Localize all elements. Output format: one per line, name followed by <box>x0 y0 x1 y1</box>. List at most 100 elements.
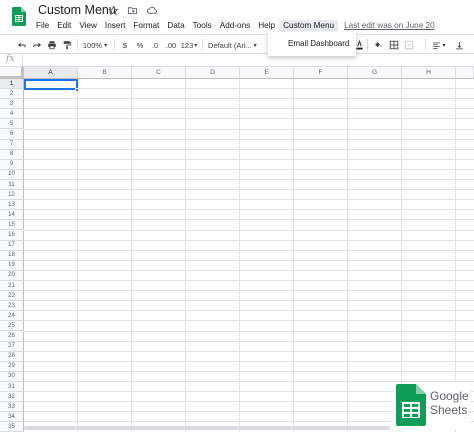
row-header-7[interactable]: 7 <box>0 139 24 150</box>
column-header-c[interactable]: C <box>132 67 186 79</box>
last-edit-link[interactable]: Last edit was on June 20 <box>344 21 435 30</box>
row-header-31[interactable]: 31 <box>0 382 24 393</box>
row-header-5[interactable]: 5 <box>0 119 24 130</box>
row-header-6[interactable]: 6 <box>0 129 24 140</box>
row-header-21[interactable]: 21 <box>0 281 24 292</box>
row-header-14[interactable]: 14 <box>0 210 24 221</box>
fx-icon: fx <box>6 54 15 64</box>
chevron-down-icon: ▾ <box>194 42 198 49</box>
row-header-17[interactable]: 17 <box>0 240 24 251</box>
row-header-10[interactable]: 10 <box>0 169 24 180</box>
row-header-33[interactable]: 33 <box>0 402 24 413</box>
cells-area[interactable] <box>24 79 474 432</box>
google-sheets-badge: Google Sheets <box>394 383 470 429</box>
row-header-20[interactable]: 20 <box>0 270 24 281</box>
row-header-23[interactable]: 23 <box>0 301 24 312</box>
zoom-value: 100% <box>82 40 103 50</box>
menu-add-ons[interactable]: Add-ons <box>216 20 255 31</box>
column-header-h[interactable]: H <box>402 67 456 79</box>
row-header-27[interactable]: 27 <box>0 341 24 352</box>
font-family-value: Default (Ari... <box>208 40 252 50</box>
row-header-13[interactable]: 13 <box>0 200 24 211</box>
row-header-18[interactable]: 18 <box>0 250 24 261</box>
fill-handle[interactable] <box>75 88 79 92</box>
row-header-32[interactable]: 32 <box>0 392 24 403</box>
row-header-25[interactable]: 25 <box>0 321 24 332</box>
chevron-down-icon: ▾ <box>442 42 446 49</box>
menu-format[interactable]: Format <box>129 20 163 31</box>
select-all-corner[interactable] <box>0 67 24 79</box>
row-header-8[interactable]: 8 <box>0 149 24 160</box>
row-header-35[interactable]: 35 <box>0 422 24 432</box>
row-header-16[interactable]: 16 <box>0 230 24 241</box>
horizontal-scrollbar[interactable] <box>24 426 390 430</box>
chevron-down-icon: ▾ <box>104 42 108 49</box>
more-formats-select[interactable]: 123 ▾ <box>180 38 198 52</box>
cloud-saved-icon[interactable] <box>145 4 158 17</box>
vertical-align-icon[interactable] <box>452 38 466 52</box>
zoom-select[interactable]: 100% ▾ <box>82 38 108 52</box>
sheets-logo-icon[interactable] <box>12 7 26 26</box>
row-header-15[interactable]: 15 <box>0 220 24 231</box>
row-header-26[interactable]: 26 <box>0 331 24 342</box>
menu-file[interactable]: File <box>32 20 53 31</box>
menu-insert[interactable]: Insert <box>101 20 129 31</box>
header: Custom Menu File Edit View Insert Format… <box>0 0 474 34</box>
google-sheets-logo-icon <box>396 384 426 426</box>
chevron-down-icon: ▾ <box>253 42 257 49</box>
row-header-12[interactable]: 12 <box>0 190 24 201</box>
merge-cells-icon[interactable] <box>403 38 415 52</box>
borders-icon[interactable] <box>388 38 400 52</box>
paint-format-icon[interactable] <box>61 38 73 52</box>
row-header-11[interactable]: 11 <box>0 180 24 191</box>
row-header-2[interactable]: 2 <box>0 89 24 100</box>
more-formats-label: 123 <box>180 40 194 50</box>
menu-edit[interactable]: Edit <box>53 20 75 31</box>
menu-data[interactable]: Data <box>163 20 188 31</box>
format-currency-button[interactable]: $ <box>120 38 130 52</box>
redo-icon[interactable] <box>31 38 43 52</box>
menu-view[interactable]: View <box>75 20 101 31</box>
document-title[interactable]: Custom Menu <box>38 3 116 17</box>
row-header-9[interactable]: 9 <box>0 159 24 170</box>
move-to-folder-icon[interactable] <box>126 4 139 17</box>
row-header-28[interactable]: 28 <box>0 351 24 362</box>
undo-icon[interactable] <box>16 38 28 52</box>
column-header-g[interactable]: G <box>348 67 402 79</box>
menu-tools[interactable]: Tools <box>189 20 216 31</box>
column-header-e[interactable]: E <box>240 67 294 79</box>
star-icon[interactable] <box>107 4 120 17</box>
font-family-select[interactable]: Default (Ari... ▾ <box>208 38 260 52</box>
column-header-a[interactable]: A <box>24 67 78 79</box>
badge-sheets-text: Sheets <box>430 403 468 417</box>
row-header-24[interactable]: 24 <box>0 311 24 322</box>
format-percent-button[interactable]: % <box>135 38 145 52</box>
email-dashboard-menu-item[interactable]: Email Dashboard <box>268 37 356 51</box>
horizontal-align-icon[interactable]: ▾ <box>430 38 448 52</box>
toolbar: 100% ▾ $ % .0 .00 123 ▾ Default (Ari... … <box>0 34 474 54</box>
row-header-22[interactable]: 22 <box>0 291 24 302</box>
decrease-decimal-button[interactable]: .0 <box>149 38 161 52</box>
column-header-f[interactable]: F <box>294 67 348 79</box>
formula-input[interactable] <box>28 54 468 66</box>
spreadsheet-grid: A B C D E F G H 1 2 3 4 5 6 7 8 9 10 11 12 13 14 15 16 17 18 19 20 2… <box>0 67 474 432</box>
active-cell-a1[interactable] <box>24 79 78 90</box>
row-header-29[interactable]: 29 <box>0 361 24 372</box>
column-header-d[interactable]: D <box>186 67 240 79</box>
print-icon[interactable] <box>46 38 58 52</box>
row-header-34[interactable]: 34 <box>0 412 24 423</box>
custom-menu-dropdown: Email Dashboard <box>268 32 356 56</box>
row-header-1[interactable]: 1 <box>0 79 24 90</box>
column-header-b[interactable]: B <box>78 67 132 79</box>
badge-google-text: Google <box>430 389 469 403</box>
menu-custom-menu[interactable]: Custom Menu <box>279 19 339 31</box>
menu-help[interactable]: Help <box>254 20 279 31</box>
row-header-30[interactable]: 30 <box>0 371 24 382</box>
fill-color-icon[interactable] <box>372 38 384 52</box>
row-header-3[interactable]: 3 <box>0 99 24 110</box>
formula-bar: fx <box>0 54 474 67</box>
row-header-19[interactable]: 19 <box>0 260 24 271</box>
column-header-partial[interactable] <box>456 67 474 79</box>
row-header-4[interactable]: 4 <box>0 109 24 120</box>
increase-decimal-button[interactable]: .00 <box>164 38 178 52</box>
